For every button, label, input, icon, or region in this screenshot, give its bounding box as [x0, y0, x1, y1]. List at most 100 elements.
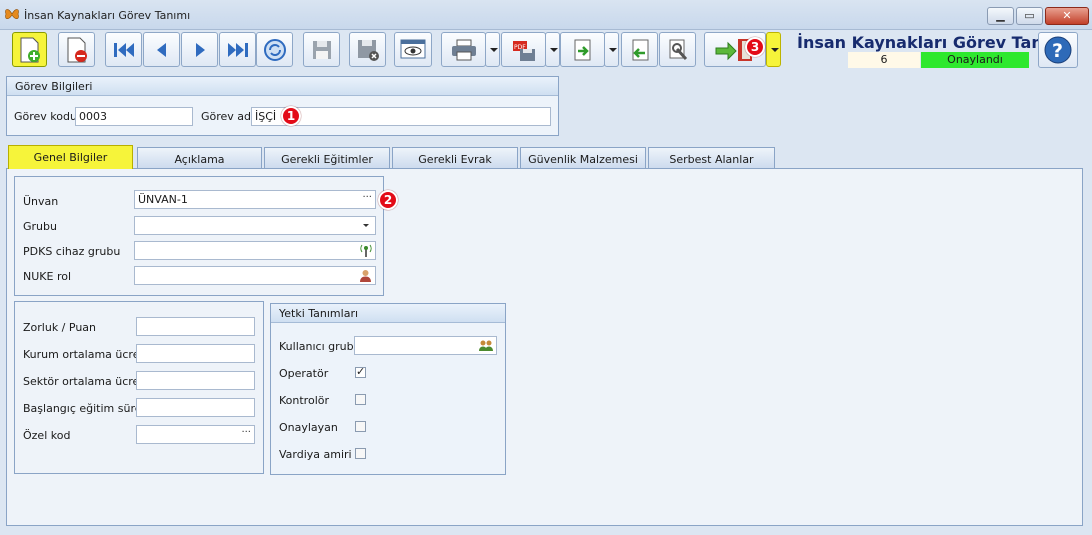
- window-title: İnsan Kaynakları Görev Tanımı: [24, 9, 191, 22]
- tab-genel-bilgiler[interactable]: Genel Bilgiler: [8, 145, 133, 169]
- onaylayan-label: Onaylayan: [279, 421, 338, 434]
- kurum-ucret-label: Kurum ortalama ücret: [23, 348, 144, 361]
- nuke-input[interactable]: [134, 266, 376, 285]
- ellipsis-icon[interactable]: ···: [362, 192, 372, 203]
- delete-record-button[interactable]: [58, 32, 95, 67]
- puan-ucret-group: Zorluk / Puan Kurum ortalama ücret Sektö…: [14, 301, 264, 474]
- close-icon: ✕: [1062, 9, 1072, 22]
- sektor-ucret-input[interactable]: [136, 371, 255, 390]
- yetki-tanimlari-group: Yetki Tanımları Kullanıcı grubu Operatör…: [270, 303, 506, 475]
- tab-aciklama[interactable]: Açıklama: [137, 147, 262, 168]
- kontrolor-label: Kontrolör: [279, 394, 329, 407]
- maximize-button[interactable]: ▭: [1016, 7, 1043, 25]
- export-button[interactable]: [560, 32, 605, 67]
- tab-guvenlik-malzemesi[interactable]: Güvenlik Malzemesi: [520, 147, 646, 168]
- help-button[interactable]: ?: [1038, 32, 1078, 68]
- user-icon[interactable]: [359, 269, 372, 282]
- gorev-bilgileri-group: Görev Bilgileri Görev kodu 0003 Görev ad…: [6, 76, 559, 136]
- previous-record-button[interactable]: [143, 32, 180, 67]
- zorluk-input[interactable]: [136, 317, 255, 336]
- print-button[interactable]: [441, 32, 486, 67]
- record-count: 6: [848, 52, 920, 68]
- egitim-suresi-input[interactable]: [136, 398, 255, 417]
- chevron-down-icon: [609, 48, 617, 52]
- new-record-icon: [20, 37, 40, 62]
- maximize-icon: ▭: [1024, 9, 1035, 22]
- minimize-icon: ▁: [996, 9, 1005, 22]
- print-dropdown[interactable]: [485, 32, 500, 67]
- ozel-kod-label: Özel kod: [23, 429, 71, 442]
- vardiya-amiri-checkbox[interactable]: [355, 448, 366, 459]
- pdf-dropdown[interactable]: [545, 32, 560, 67]
- save-button[interactable]: [303, 32, 340, 67]
- ellipsis-icon[interactable]: ···: [241, 427, 251, 438]
- group-title: Görev Bilgileri: [7, 77, 558, 96]
- pdks-label: PDKS cihaz grubu: [23, 245, 121, 258]
- unvan-label: Ünvan: [23, 195, 59, 208]
- gorev-adi-label: Görev adı: [201, 110, 255, 123]
- first-record-icon: [113, 42, 134, 57]
- refresh-icon: [263, 38, 286, 61]
- last-record-button[interactable]: [219, 32, 256, 67]
- settings-button[interactable]: [659, 32, 696, 67]
- zorluk-label: Zorluk / Puan: [23, 321, 97, 334]
- pdks-input[interactable]: [134, 241, 376, 260]
- kontrolor-checkbox[interactable]: [355, 394, 366, 405]
- export-dropdown[interactable]: [604, 32, 619, 67]
- pdf-export-icon: PDF: [512, 40, 535, 61]
- unvan-input[interactable]: ÜNVAN-1 ···: [134, 190, 376, 209]
- grubu-select[interactable]: [134, 216, 376, 235]
- butterfly-app-icon: [5, 9, 19, 19]
- operator-checkbox[interactable]: [355, 365, 366, 378]
- chevron-down-icon: [490, 48, 498, 52]
- gorev-kodu-label: Görev kodu: [14, 110, 77, 123]
- pdf-export-button[interactable]: PDF: [501, 32, 546, 67]
- genel-bilgiler-group: Ünvan ÜNVAN-1 ··· Grubu PDKS cihaz grubu…: [14, 176, 384, 296]
- tab-gerekli-evrak[interactable]: Gerekli Evrak: [392, 147, 518, 168]
- exit-dropdown[interactable]: [766, 32, 781, 67]
- window-titlebar: İnsan Kaynakları Görev Tanımı ▁ ▭ ✕: [0, 0, 1092, 30]
- settings-wrench-icon: [669, 39, 687, 60]
- export-icon: [574, 39, 590, 60]
- close-button[interactable]: ✕: [1045, 7, 1089, 25]
- svg-text:?: ?: [1052, 40, 1063, 62]
- chevron-down-icon[interactable]: [363, 224, 369, 227]
- vardiya-amiri-label: Vardiya amiri: [279, 448, 352, 461]
- operator-label: Operatör: [279, 367, 329, 380]
- help-icon: ?: [1044, 36, 1072, 64]
- import-button[interactable]: [621, 32, 658, 67]
- user-group-icon[interactable]: [479, 339, 493, 352]
- tab-serbest-alanlar[interactable]: Serbest Alanlar: [648, 147, 775, 168]
- form-title: İnsan Kaynakları Görev Tanımı: [797, 33, 1071, 52]
- nuke-label: NUKE rol: [23, 270, 72, 283]
- minimize-button[interactable]: ▁: [987, 7, 1014, 25]
- kullanici-grubu-label: Kullanıcı grubu: [279, 340, 361, 353]
- chevron-down-icon: [771, 48, 779, 52]
- unvan-value: ÜNVAN-1: [138, 193, 188, 206]
- group-title: Yetki Tanımları: [271, 304, 505, 323]
- cancel-save-button[interactable]: [349, 32, 386, 67]
- kullanici-grubu-input[interactable]: [354, 336, 497, 355]
- preview-button[interactable]: [394, 32, 432, 67]
- grubu-label: Grubu: [23, 220, 57, 233]
- next-record-button[interactable]: [181, 32, 218, 67]
- sektor-ucret-label: Sektör ortalama ücret: [23, 375, 144, 388]
- refresh-button[interactable]: [256, 32, 293, 67]
- save-icon: [312, 40, 331, 59]
- callout-badge-2: 2: [378, 190, 398, 210]
- kurum-ucret-input[interactable]: [136, 344, 255, 363]
- last-record-icon: [227, 42, 248, 57]
- first-record-button[interactable]: [105, 32, 142, 67]
- ozel-kod-input[interactable]: ···: [136, 425, 255, 444]
- antenna-icon[interactable]: [360, 244, 372, 257]
- callout-badge-1: 1: [281, 106, 301, 126]
- egitim-suresi-label: Başlangıç eğitim süresi: [23, 402, 151, 415]
- onaylayan-checkbox[interactable]: [355, 421, 366, 432]
- print-icon: [451, 39, 476, 60]
- chevron-down-icon: [550, 48, 558, 52]
- new-record-button[interactable]: [12, 32, 47, 67]
- tab-gerekli-egitimler[interactable]: Gerekli Eğitimler: [264, 147, 390, 168]
- callout-badge-3: 3: [745, 37, 765, 57]
- status-badge: Onaylandı: [921, 52, 1029, 68]
- gorev-kodu-input[interactable]: 0003: [75, 107, 193, 126]
